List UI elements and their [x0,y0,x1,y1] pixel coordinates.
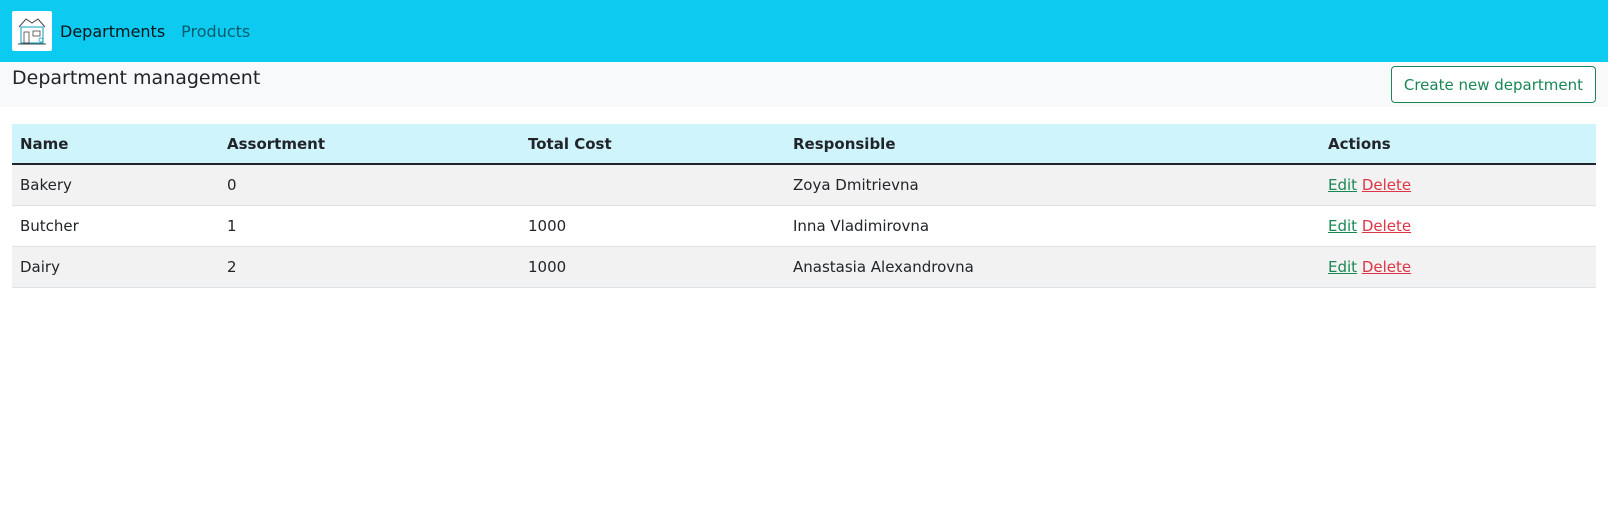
edit-link[interactable]: Edit [1328,217,1357,235]
column-header-total-cost: Total Cost [520,124,785,165]
nav-link-products[interactable]: Products [181,22,250,41]
departments-table-container: Name Assortment Total Cost Responsible A… [12,124,1596,288]
cell-name: Dairy [20,257,60,276]
cell-assortment: 2 [227,257,237,276]
create-department-button[interactable]: Create new department [1390,66,1596,103]
page-title: Department management [12,67,261,89]
delete-link[interactable]: Delete [1362,258,1411,276]
cell-responsible: Inna Vladimirovna [793,216,930,235]
cell-total-cost: 1000 [528,257,567,276]
column-header-responsible: Responsible [785,124,1320,165]
departments-table: Name Assortment Total Cost Responsible A… [12,124,1596,288]
cell-name: Bakery [20,175,72,194]
column-header-assortment: Assortment [219,124,520,165]
table-header: Name Assortment Total Cost Responsible A… [12,124,1596,165]
store-logo-icon[interactable] [12,11,52,51]
edit-link[interactable]: Edit [1328,176,1357,194]
table-row: Dairy 2 1000 Anastasia Alexandrovna Edit… [12,246,1596,287]
table-row: Bakery 0 Zoya Dmitrievna Edit Delete [12,164,1596,205]
column-header-actions: Actions [1320,124,1596,165]
cell-assortment: 1 [227,216,237,235]
cell-actions: Edit Delete [1320,246,1596,287]
cell-actions: Edit Delete [1320,205,1596,246]
cell-actions: Edit Delete [1320,164,1596,205]
cell-name: Butcher [20,216,79,235]
cell-total-cost [520,164,785,205]
cell-responsible: Anastasia Alexandrovna [793,257,974,276]
column-header-name: Name [12,124,219,165]
nav-link-departments[interactable]: Departments [60,22,165,41]
delete-link[interactable]: Delete [1362,176,1411,194]
cell-responsible: Zoya Dmitrievna [793,175,919,194]
cell-assortment: 0 [227,175,237,194]
top-navbar: Departments Products [0,0,1608,62]
page-header: Department management Create new departm… [0,62,1608,107]
table-header-row: Name Assortment Total Cost Responsible A… [12,124,1596,165]
table-body: Bakery 0 Zoya Dmitrievna Edit Delete But… [12,164,1596,287]
edit-link[interactable]: Edit [1328,258,1357,276]
table-row: Butcher 1 1000 Inna Vladimirovna Edit De… [12,205,1596,246]
cell-total-cost: 1000 [528,216,567,235]
delete-link[interactable]: Delete [1362,217,1411,235]
